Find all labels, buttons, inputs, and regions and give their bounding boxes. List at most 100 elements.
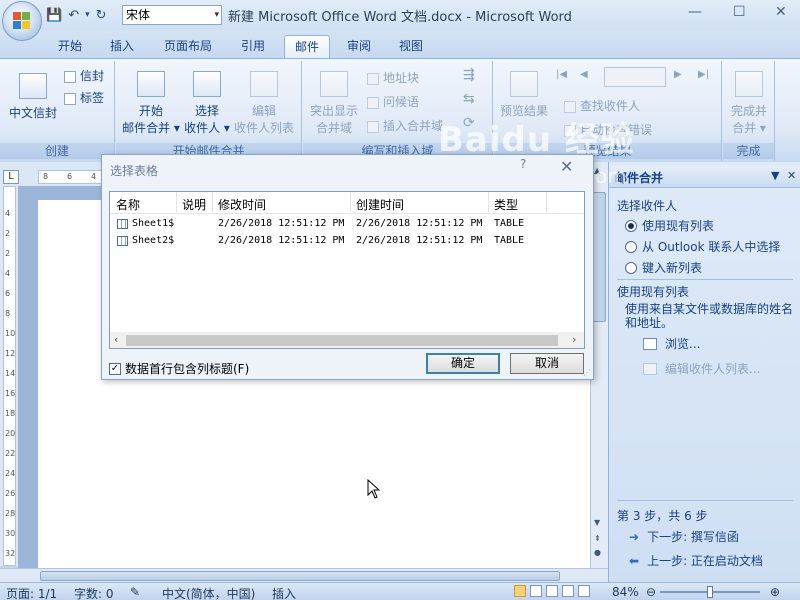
zoom-in-icon[interactable]: ⊕ — [770, 585, 780, 599]
table-row[interactable]: Sheet1$ 2/26/2018 12:51:12 PM 2/26/2018 … — [110, 216, 584, 233]
web-layout-view-icon[interactable] — [546, 585, 558, 597]
undo-dropdown-icon[interactable]: ▾ — [85, 10, 90, 20]
radio-button[interactable] — [625, 219, 637, 232]
next-step-link[interactable]: ➜ 下一步: 撰写信函 — [629, 528, 739, 545]
checkbox[interactable]: ✓ — [109, 362, 121, 375]
last-record-button[interactable]: ▶| — [698, 69, 709, 80]
first-record-button[interactable]: |◀ — [556, 69, 567, 80]
print-layout-view-icon[interactable] — [514, 585, 526, 597]
next-record-button[interactable]: ▶ — [674, 69, 682, 80]
dialog-help-button[interactable]: ? — [520, 157, 526, 171]
scroll-thumb[interactable] — [593, 192, 606, 322]
start-mail-merge-button[interactable]: 开始 邮件合并 ▾ — [120, 71, 182, 136]
vertical-ruler[interactable]: 4 2 2 4 6 8 10 12 14 16 18 20 22 24 26 28 30 32 — [0, 186, 18, 566]
sheet-icon — [117, 236, 128, 246]
zoom-level[interactable]: 84% — [612, 585, 639, 599]
address-block-button[interactable]: 地址块 — [367, 69, 419, 86]
tab-references[interactable]: 引用 — [231, 35, 275, 58]
horizontal-scrollbar[interactable] — [0, 568, 608, 582]
list-scroll-thumb[interactable] — [126, 335, 558, 346]
edit-recipient-list-link[interactable]: 编辑收件人列表... — [643, 360, 760, 377]
use-existing-heading: 使用现有列表 — [617, 285, 690, 299]
tab-page-layout[interactable]: 页面布局 — [154, 35, 222, 58]
ruler-tick-label: 14 — [5, 369, 16, 378]
ruler-tick-label: 2 — [5, 229, 11, 238]
outline-view-icon[interactable] — [562, 585, 574, 597]
pane-close-icon[interactable]: ✕ — [787, 169, 796, 182]
page-count[interactable]: 页面: 1/1 — [6, 585, 57, 600]
close-button[interactable]: ✕ — [775, 4, 787, 20]
tab-insert[interactable]: 插入 — [100, 35, 144, 58]
radio-use-existing[interactable]: 使用现有列表 — [625, 217, 714, 234]
ok-button[interactable]: 确定 — [426, 353, 500, 374]
save-icon[interactable]: 💾 — [46, 8, 62, 23]
radio-button[interactable] — [625, 240, 637, 253]
highlight-merge-fields-button[interactable]: 突出显示 合并域 — [307, 71, 361, 136]
status-bar: 页面: 1/1 字数: 0 ✎ 中文(简体，中国) 插入 84% ⊖ ⊕ — [0, 582, 800, 600]
edit-recipient-list-button[interactable]: 编辑 收件人列表 — [232, 71, 296, 136]
draft-view-icon[interactable] — [578, 585, 590, 597]
chevron-down-icon[interactable]: ▾ — [214, 6, 219, 24]
insert-mode-indicator[interactable]: 插入 — [272, 585, 296, 600]
ruler-tick-label: 4 — [91, 172, 97, 181]
radio-outlook-contacts[interactable]: 从 Outlook 联系人中选择 — [625, 238, 780, 255]
hscroll-thumb[interactable] — [40, 571, 560, 581]
rules-icon[interactable]: ⇶ — [463, 67, 475, 83]
previous-page-icon[interactable]: ⇞ — [594, 534, 601, 543]
edit-list-icon — [250, 71, 278, 97]
language-indicator[interactable]: 中文(简体，中国) — [162, 585, 255, 600]
table-list: 名称 说明 修改时间 创建时间 类型 Sheet1$ 2/26/2018 12:… — [109, 191, 585, 349]
tab-view[interactable]: 视图 — [389, 35, 433, 58]
office-logo-icon — [13, 12, 31, 30]
tab-review[interactable]: 审阅 — [337, 35, 381, 58]
scroll-left-icon[interactable]: ‹ — [114, 333, 118, 346]
match-fields-icon[interactable]: ⇆ — [463, 91, 475, 107]
browse-object-icon[interactable]: ● — [594, 548, 601, 557]
first-row-headers-checkbox[interactable]: ✓ 数据首行包含列标题(F) — [109, 360, 249, 377]
list-horizontal-scrollbar[interactable]: ‹ › — [110, 332, 584, 348]
tab-mailings[interactable]: 邮件 — [284, 35, 331, 58]
column-header-description[interactable]: 说明 — [182, 196, 206, 213]
scroll-down-icon[interactable]: ▼ — [594, 518, 600, 527]
browse-link[interactable]: 浏览... — [643, 335, 700, 352]
resize-grip-icon[interactable]: ⋰ — [583, 368, 591, 377]
zoom-out-icon[interactable]: ⊖ — [646, 585, 656, 599]
table-row[interactable]: Sheet2$ 2/26/2018 12:51:12 PM 2/26/2018 … — [110, 233, 584, 250]
minimize-button[interactable]: — — [688, 4, 702, 20]
ruler-tick-label: 4 — [5, 209, 11, 218]
pane-options-icon[interactable]: ▼ — [771, 169, 779, 182]
proofing-icon[interactable]: ✎ — [130, 585, 140, 599]
radio-type-new[interactable]: 键入新列表 — [625, 259, 702, 276]
undo-icon[interactable]: ↶ — [68, 8, 79, 23]
cancel-button[interactable]: 取消 — [510, 353, 584, 374]
insert-merge-field-button[interactable]: 插入合并域 — [367, 117, 443, 134]
task-pane-header: 邮件合并 ▼ ✕ — [609, 166, 800, 188]
column-header-modified[interactable]: 修改时间 — [218, 196, 266, 213]
tab-home[interactable]: 开始 — [48, 35, 92, 58]
envelopes-icon — [64, 70, 76, 83]
find-icon — [564, 100, 576, 113]
labels-button[interactable]: 标签 — [64, 89, 104, 106]
select-recipients-button[interactable]: 选择 收件人 ▾ — [182, 71, 232, 136]
radio-button[interactable] — [625, 261, 637, 274]
maximize-button[interactable]: ☐ — [733, 4, 746, 20]
font-name-combo[interactable]: 宋体 ▾ — [122, 5, 222, 25]
record-number-input[interactable] — [604, 67, 666, 87]
word-count[interactable]: 字数: 0 — [74, 585, 114, 600]
greeting-line-button[interactable]: 问候语 — [367, 93, 419, 110]
previous-step-link[interactable]: ⬅ 上一步: 正在启动文档 — [629, 552, 763, 569]
full-screen-reading-view-icon[interactable] — [530, 585, 542, 597]
finish-merge-button[interactable]: 完成并 合并 ▾ — [725, 71, 773, 136]
column-header-created[interactable]: 创建时间 — [356, 196, 404, 213]
previous-record-button[interactable]: ◀ — [580, 69, 588, 80]
tab-stop-selector[interactable]: L — [3, 170, 19, 184]
chinese-envelope-button[interactable]: 中文信封 — [6, 73, 60, 121]
office-button[interactable] — [2, 1, 42, 41]
column-header-type[interactable]: 类型 — [494, 196, 518, 213]
column-header-name[interactable]: 名称 — [116, 196, 140, 213]
redo-icon[interactable]: ↻ — [96, 8, 107, 23]
envelopes-button[interactable]: 信封 — [64, 67, 104, 84]
dialog-close-icon[interactable]: ✕ — [560, 157, 573, 176]
zoom-slider-knob[interactable] — [707, 586, 713, 598]
scroll-right-icon[interactable]: › — [572, 333, 576, 346]
